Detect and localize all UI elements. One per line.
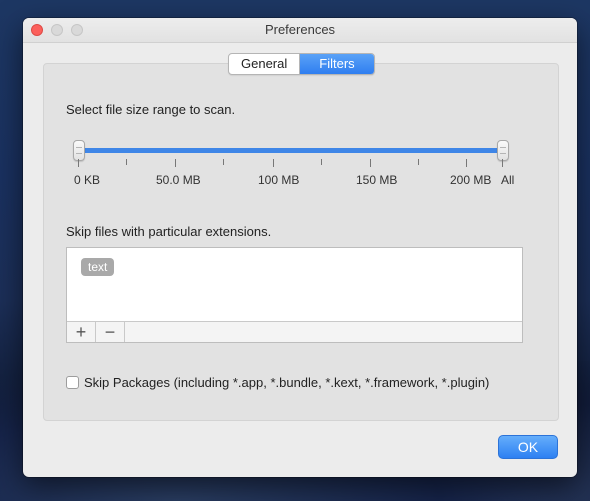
slider-tick	[321, 159, 322, 165]
slider-tick	[175, 159, 176, 167]
plus-icon: +	[75, 322, 87, 342]
extensions-toolbar: + −	[67, 321, 522, 342]
slider-tick	[126, 159, 127, 165]
tab-bar: General Filters	[228, 53, 375, 75]
tab-general[interactable]: General	[229, 54, 299, 74]
preferences-window: Preferences General Filters Select file …	[23, 18, 577, 477]
slider-tick	[370, 159, 371, 167]
tick-label-100mb: 100 MB	[258, 173, 300, 187]
extensions-list[interactable]: text + −	[66, 247, 523, 343]
tick-label-50mb: 50.0 MB	[156, 173, 201, 187]
extension-tag[interactable]: text	[81, 258, 115, 276]
slider-tick	[78, 159, 79, 167]
skip-packages-checkbox[interactable]	[66, 376, 79, 389]
tab-filters[interactable]: Filters	[299, 54, 374, 74]
tick-label-0kb: 0 KB	[74, 173, 101, 187]
size-range-track[interactable]	[79, 148, 506, 153]
extensions-label: Skip files with particular extensions.	[66, 224, 272, 239]
title-bar: Preferences	[23, 18, 577, 43]
add-extension-button[interactable]: +	[67, 322, 96, 342]
minus-icon: −	[104, 322, 116, 342]
slider-tick	[466, 159, 467, 167]
skip-packages-label[interactable]: Skip Packages (including *.app, *.bundle…	[84, 375, 489, 390]
slider-tick	[223, 159, 224, 165]
size-range-label: Select file size range to scan.	[66, 102, 236, 117]
tick-label-all: All	[501, 173, 515, 187]
remove-extension-button[interactable]: −	[96, 322, 125, 342]
tick-label-150mb: 150 MB	[356, 173, 398, 187]
slider-tick	[273, 159, 274, 167]
slider-tick	[418, 159, 419, 165]
min-size-slider-knob[interactable]	[73, 140, 85, 161]
max-size-slider-knob[interactable]	[497, 140, 509, 161]
window-title: Preferences	[264, 22, 336, 37]
ok-button[interactable]: OK	[498, 435, 558, 459]
tick-label-200mb: 200 MB	[450, 173, 492, 187]
slider-tick	[502, 159, 503, 167]
